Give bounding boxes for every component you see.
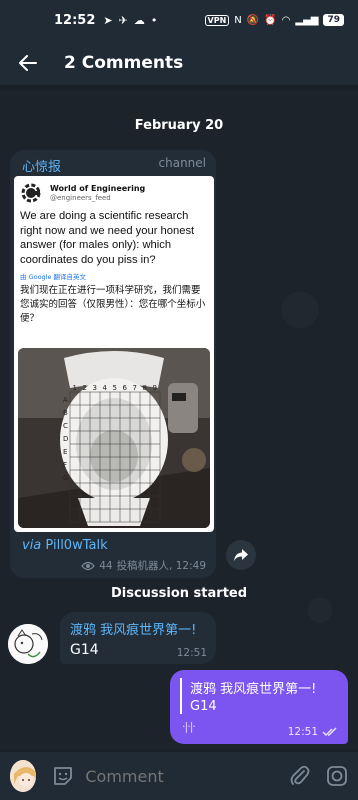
comment-input-bar [0,752,358,800]
grid-row-label: A [63,396,68,404]
comment-input[interactable] [85,766,286,786]
post-via[interactable]: via Pill0wTalk [22,538,108,553]
grid-row-label: D [63,435,68,443]
tweet-translation: 我们现在正在进行一项科学研究，我们需要您诚实的回答（仅限男性）：您在哪个坐标小便… [20,285,206,324]
sketch-avatar-icon [8,624,48,664]
grid-column-label: 3 [93,384,97,392]
grid-column-label: 6 [123,384,128,392]
grid-column-label: 4 [103,384,108,392]
gear-logo-icon [21,183,41,203]
back-button[interactable] [0,40,56,86]
channel-tag: channel [158,156,206,170]
message-sender[interactable]: 渡鸦 我风痕世界第一! [70,619,206,638]
message-time: 12:51 [176,647,207,659]
status-bar: 12:52 ➤ ✈ ☁ • VPN N 🔕 ⏰ ◠ ▂▄▆ 79 [0,0,358,40]
channel-name[interactable]: 心惊报 [22,156,61,175]
post-header: 心惊报 channel [10,150,216,175]
notification-icons: ➤ ✈ ☁ • [103,14,157,27]
status-time: 12:52 [54,12,96,28]
grid-row-label: B [63,409,68,417]
dot-icon: • [150,13,158,27]
incoming-message[interactable]: 渡鸦 我风痕世界第一! G14 12:51 [60,612,216,664]
anime-avatar-icon [10,760,37,792]
discussion-started-label: Discussion started [110,586,248,601]
outgoing-time: 12:51 [288,726,338,738]
message-time: 12:51 [287,726,318,738]
sender-avatar[interactable] [8,624,48,664]
share-button[interactable] [226,540,256,570]
eye-icon [81,561,95,570]
sticker-smile-icon [53,767,72,785]
telegram-icon: ✈ [118,13,128,27]
nfc-icon: N [234,14,242,26]
grid-row-label: C [63,422,68,430]
grid-column-label: 8 [143,384,147,392]
tweet-handle: @engineers_feed [50,194,111,202]
tweet-header: World of Engineering @engineers_feed [14,176,214,204]
double-check-icon [322,727,337,736]
grid-column-label: 7 [133,384,137,392]
outgoing-message[interactable]: 渡鸦 我风痕世界第一! G14 ·|·|· 12:51 [170,670,348,744]
grid-column-label: 1 [73,384,77,392]
wechat-icon: ☁ [133,13,145,27]
wifi-icon: ◠ [281,14,291,26]
sticker-dots-icon: ·|·|· [182,720,196,733]
share-icon [234,549,248,561]
back-arrow-icon [19,54,37,71]
grid-column-label: 9 [153,384,157,392]
post-author-time: 投稿机器人, 12:49 [116,560,206,572]
quote-text: G14 [190,699,217,714]
tweet-text: We are doing a scientific research right… [20,210,195,266]
paperclip-icon [290,765,310,785]
post-meta: 44 投稿机器人, 12:49 [81,558,206,573]
system-icons: VPN N 🔕 ⏰ ◠ ▂▄▆ 79 [204,14,344,26]
view-count: 44 [99,559,113,572]
post-image[interactable]: World of Engineering @engineers_feed We … [14,176,214,532]
grid-row-label: E [63,448,67,456]
reply-quote[interactable]: 渡鸦 我风痕世界第一! G14 [180,678,338,714]
grid-column-label: 5 [113,384,117,392]
date-separator: February 20 [134,118,224,133]
camera-button[interactable] [323,758,352,794]
mute-icon: 🔕 [246,14,260,26]
location-icon: ➤ [103,13,113,27]
app-header: 2 Comments [0,40,358,86]
battery-level: 79 [323,14,344,26]
via-name[interactable]: Pill0wTalk [45,538,107,553]
camera-icon [327,766,348,786]
tweet-author: World of Engineering [50,184,146,193]
channel-post[interactable]: 心惊报 channel World of Engineering @engine… [10,150,216,578]
grid-row-label: F [63,461,67,469]
signal-icon: ▂▄▆ [295,14,319,26]
toilet-photo: 1 2 3 4 5 6 7 8 9 ABCDEFG [18,348,210,528]
emoji-button[interactable] [48,758,77,794]
alarm-icon: ⏰ [264,14,277,26]
translate-label: 由 Google 翻译自英文 [20,273,87,281]
page-title: 2 Comments [64,52,184,73]
via-prefix: via [22,538,42,553]
grid-column-label: 2 [83,384,87,392]
attach-button[interactable] [285,758,314,794]
grid-row-label: G [63,474,68,482]
vpn-badge: VPN [204,14,230,26]
quote-sender: 渡鸦 我风痕世界第一! [190,682,317,697]
my-avatar[interactable] [10,760,37,792]
